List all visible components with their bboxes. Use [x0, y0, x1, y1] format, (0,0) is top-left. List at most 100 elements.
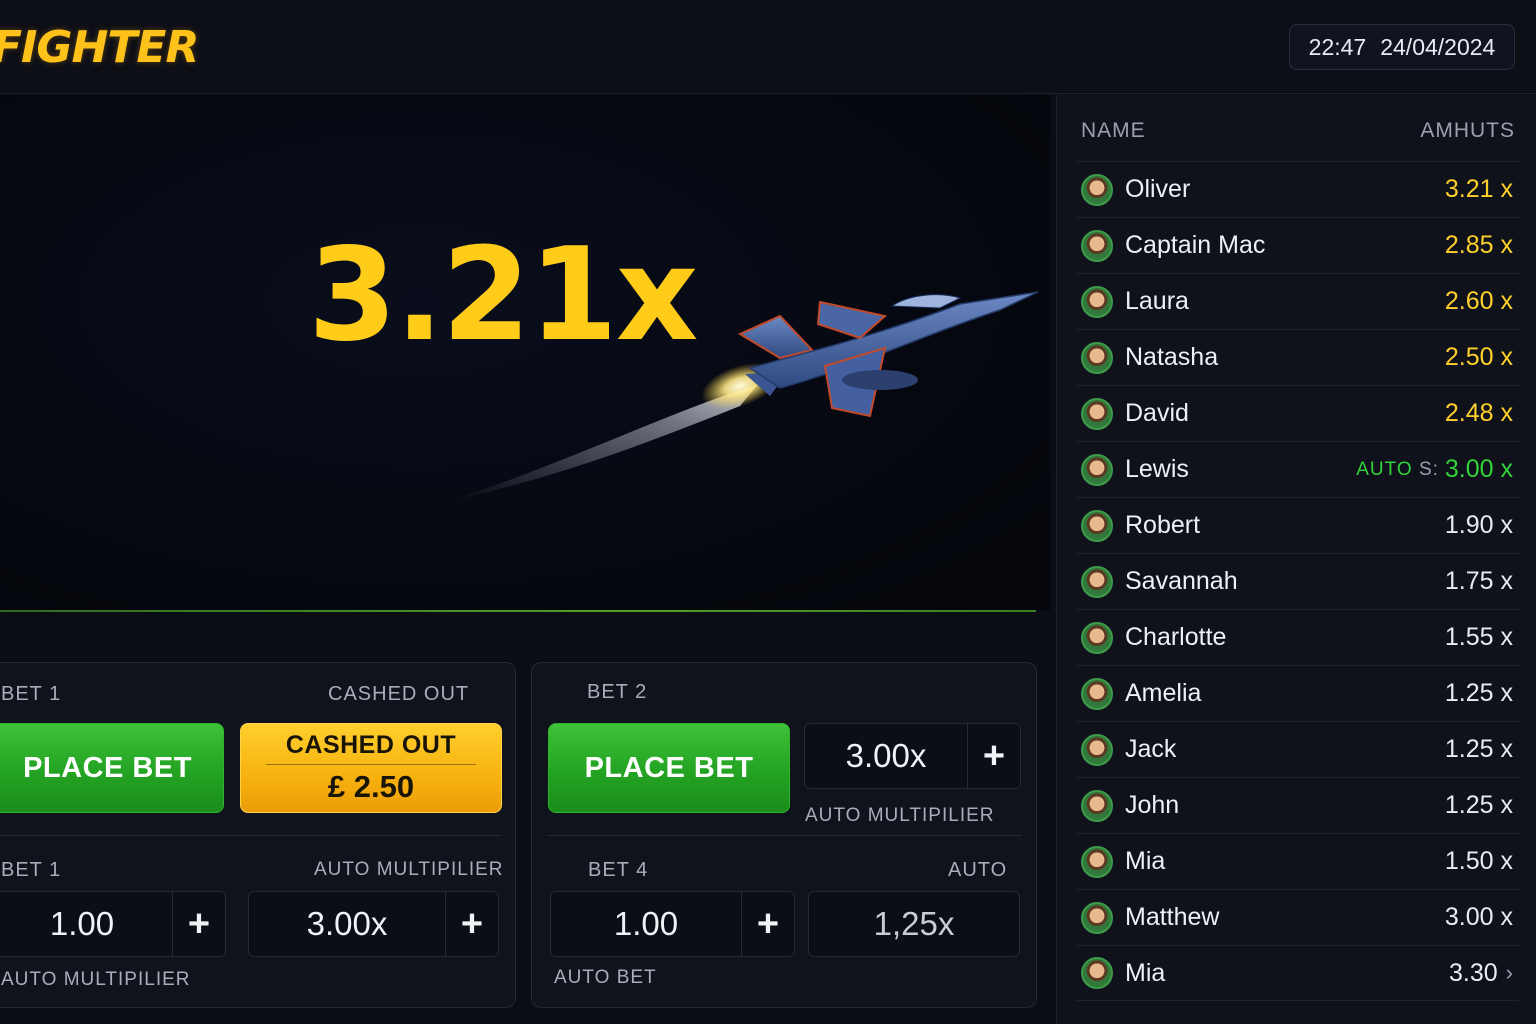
- avatar-icon: [1081, 677, 1113, 710]
- player-row: Captain Mac 2.85 x: [1077, 217, 1519, 273]
- player-row: Oliver 3.21 x: [1077, 161, 1519, 217]
- player-name: Mia: [1125, 958, 1166, 987]
- player-row: David 2.48 x: [1077, 385, 1519, 441]
- player-row: Laura 2.60 x: [1077, 273, 1519, 329]
- player-multiplier: 1.75 x: [1445, 567, 1513, 596]
- player-row: Natasha 2.50 x: [1077, 329, 1519, 385]
- game-horizon-line: [0, 610, 1036, 612]
- avatar-icon: [1081, 229, 1113, 262]
- auto-multiplier-label: AUTO MULTIPILIER: [314, 859, 504, 880]
- place-bet-button[interactable]: PLACE BET: [0, 723, 224, 813]
- leaderboard-rows: Oliver 3.21 x Captain Mac 2.85 x Laura 2.60 x…: [1077, 161, 1519, 1001]
- player-multiplier: 3.30 ›: [1449, 959, 1513, 988]
- bet-4-label: BET 4: [588, 859, 649, 881]
- chevron-right-icon[interactable]: ›: [1506, 960, 1513, 986]
- avatar-icon: [1081, 957, 1113, 989]
- cash-out-amount: £ 2.50: [327, 769, 415, 804]
- player-row: Jack 1.25 x: [1077, 721, 1519, 777]
- place-bet-button-2[interactable]: PLACE BET: [548, 723, 790, 813]
- player-multiplier: 2.50 x: [1445, 343, 1513, 372]
- avatar-icon: [1081, 173, 1113, 206]
- top-bar: FIGHTER 22:47 24/04/2024: [0, 0, 1536, 94]
- panel-divider: [0, 835, 501, 836]
- player-row: Mia 1.50 x: [1077, 833, 1519, 889]
- player-multiplier: 1.90 x: [1445, 511, 1513, 540]
- player-row: Robert 1.90 x: [1077, 497, 1519, 553]
- avatar-icon: [1081, 453, 1113, 486]
- panel-divider-2: [548, 835, 1022, 836]
- auto-value-input[interactable]: 1,25x: [808, 891, 1020, 957]
- auto-tag-label: AUTO: [1356, 458, 1413, 480]
- player-multiplier: 1.25 x: [1445, 679, 1513, 708]
- clock-date: 24/04/2024: [1380, 33, 1496, 60]
- player-multiplier: 2.60 x: [1445, 287, 1513, 316]
- multiplier-value: 3.00 x: [1444, 903, 1513, 931]
- bet-2-label: BET 2: [587, 681, 648, 703]
- player-name: David: [1125, 399, 1189, 427]
- player-name: Jack: [1125, 735, 1177, 763]
- auto-tag: AUTO S:: [1356, 459, 1439, 481]
- multiplier-value: 1.55 x: [1444, 623, 1513, 651]
- multiplier-value: 1.25 x: [1444, 735, 1513, 763]
- multiplier-value: 3.21 x: [1444, 175, 1513, 203]
- avatar-icon: [1081, 733, 1113, 766]
- avatar-icon: [1081, 789, 1113, 822]
- game-logo: FIGHTER: [0, 22, 199, 73]
- avatar-icon: [1081, 565, 1113, 598]
- multiplier-value: 1.90 x: [1444, 511, 1513, 539]
- avatar-icon: [1081, 285, 1113, 318]
- leaderboard-header: NAME AMHUTS: [1057, 95, 1536, 161]
- cashed-out-label: CASHED OUT: [328, 683, 470, 705]
- bet-amount-plus-button-2[interactable]: +: [741, 891, 795, 957]
- cash-out-button[interactable]: CASHED OUT £ 2.50: [240, 723, 502, 813]
- player-row: Savannah 1.75 x: [1077, 553, 1519, 609]
- bet-panel-1: BET 1 CASHED OUT PLACE BET CASHED OUT £ …: [0, 662, 516, 1008]
- player-multiplier: 1.25 x: [1445, 791, 1513, 820]
- avatar-icon: [1081, 901, 1113, 934]
- datetime-display: 22:47 24/04/2024: [1289, 24, 1515, 70]
- auto-tag-suffix: S:: [1418, 458, 1439, 480]
- avatar-icon: [1081, 621, 1113, 654]
- auto-multiplier-footer-label: AUTO MULTIPILIER: [1, 969, 191, 990]
- player-multiplier: 1.55 x: [1445, 623, 1513, 652]
- player-row: Charlotte 1.55 x: [1077, 609, 1519, 665]
- player-multiplier: 1.25 x: [1445, 735, 1513, 764]
- avatar-icon: [1081, 845, 1113, 878]
- player-multiplier: 2.85 x: [1445, 231, 1513, 260]
- bet-amount-input[interactable]: 1.00: [0, 891, 173, 957]
- multiplier-value: 2.85 x: [1444, 231, 1513, 259]
- players-leaderboard: NAME AMHUTS Oliver 3.21 x Captain Mac 2.85 …: [1056, 95, 1536, 1024]
- auto-multiplier-plus-button-2[interactable]: +: [967, 723, 1021, 789]
- player-name: Lewis: [1125, 455, 1189, 483]
- auto-multiplier-input-2[interactable]: 3.00x: [804, 723, 968, 789]
- player-multiplier: 3.00 x: [1445, 903, 1513, 932]
- auto-label: AUTO: [948, 859, 1008, 881]
- player-name: Oliver: [1125, 175, 1191, 203]
- avatar-icon: [1081, 509, 1113, 542]
- multiplier-value: 1.50 x: [1444, 847, 1513, 875]
- multiplier-value: 1.75 x: [1444, 567, 1513, 595]
- player-name: Mia: [1125, 847, 1166, 875]
- player-name: Captain Mac: [1125, 231, 1266, 259]
- player-multiplier: 1.50 x: [1445, 847, 1513, 876]
- multiplier-value: 1.25 x: [1444, 679, 1513, 707]
- bet-amount-plus-button[interactable]: +: [172, 891, 226, 957]
- auto-multiplier-plus-button[interactable]: +: [445, 891, 499, 957]
- player-multiplier: AUTO S: 3.00 x: [1356, 455, 1513, 484]
- bet-amount-input-2[interactable]: 1.00: [550, 891, 742, 957]
- fighter-jet-icon: [450, 291, 1039, 501]
- clock-time: 22:47: [1308, 33, 1367, 60]
- multiplier-value: 3.30: [1449, 958, 1498, 987]
- player-name: Savannah: [1125, 567, 1238, 595]
- auto-multiplier-input[interactable]: 3.00x: [248, 891, 446, 957]
- player-row: Lewis AUTO S: 3.00 x: [1077, 441, 1519, 497]
- player-name: Natasha: [1125, 343, 1219, 371]
- auto-multiplier-label-2: AUTO MULTIPILIER: [805, 805, 995, 826]
- player-name: John: [1125, 791, 1180, 819]
- multiplier-value: 3.00 x: [1444, 455, 1513, 483]
- player-multiplier: 3.21 x: [1445, 175, 1513, 204]
- cash-out-title: CASHED OUT: [266, 731, 476, 765]
- player-name: Matthew: [1125, 903, 1220, 931]
- avatar-icon: [1081, 341, 1113, 374]
- bet-1-label: BET 1: [1, 683, 62, 705]
